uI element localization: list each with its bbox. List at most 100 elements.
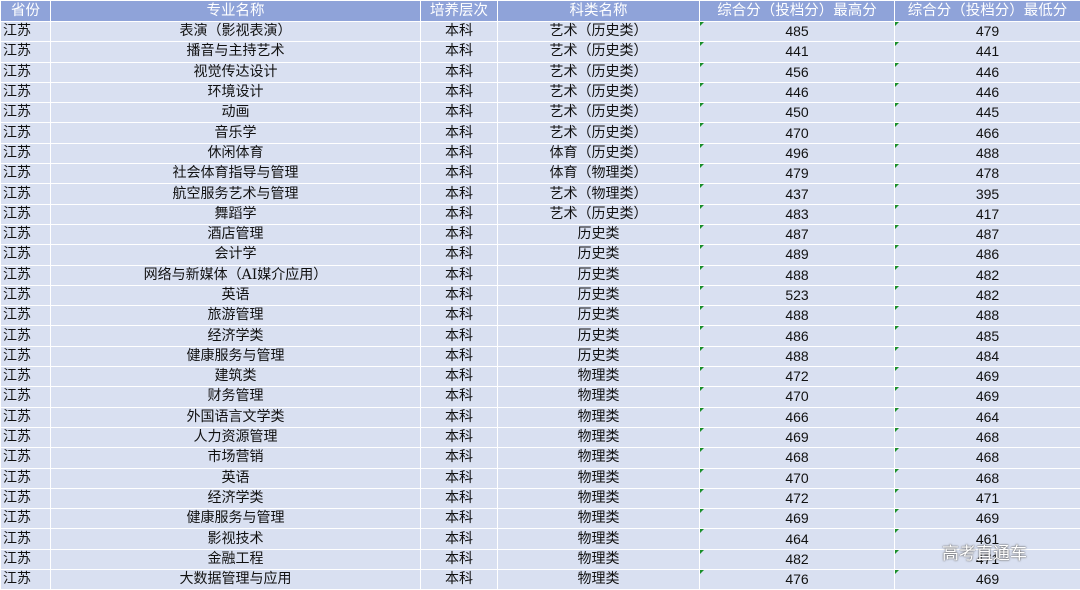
province-cell[interactable]: 江苏 bbox=[0, 61, 51, 83]
min-score-cell[interactable]: 479 bbox=[894, 20, 1080, 43]
max-score-cell[interactable]: 486 bbox=[699, 325, 895, 347]
level-cell[interactable]: 本科 bbox=[420, 223, 498, 246]
major-cell[interactable]: 音乐学 bbox=[50, 122, 421, 144]
max-score-cell[interactable]: 488 bbox=[699, 345, 895, 368]
header-category[interactable]: 科类名称 bbox=[497, 0, 700, 22]
max-score-cell[interactable]: 485 bbox=[699, 20, 895, 43]
min-score-cell[interactable]: 395 bbox=[894, 183, 1080, 205]
max-score-cell[interactable]: 489 bbox=[699, 244, 895, 266]
category-cell[interactable]: 物理类 bbox=[497, 447, 700, 469]
major-cell[interactable]: 旅游管理 bbox=[50, 305, 421, 327]
major-cell[interactable]: 环境设计 bbox=[50, 81, 421, 104]
min-score-cell[interactable]: 466 bbox=[894, 122, 1080, 144]
category-cell[interactable]: 艺术（历史类） bbox=[497, 81, 700, 104]
category-cell[interactable]: 历史类 bbox=[497, 345, 700, 368]
min-score-cell[interactable]: 468 bbox=[894, 447, 1080, 469]
category-cell[interactable]: 历史类 bbox=[497, 305, 700, 327]
category-cell[interactable]: 物理类 bbox=[497, 569, 700, 590]
level-cell[interactable]: 本科 bbox=[420, 203, 498, 225]
category-cell[interactable]: 物理类 bbox=[497, 508, 700, 530]
category-cell[interactable]: 历史类 bbox=[497, 223, 700, 246]
max-score-cell[interactable]: 464 bbox=[699, 528, 895, 550]
min-score-cell[interactable]: 441 bbox=[894, 41, 1080, 63]
category-cell[interactable]: 物理类 bbox=[497, 406, 700, 428]
category-cell[interactable]: 体育（历史类） bbox=[497, 142, 700, 165]
category-cell[interactable]: 艺术（历史类） bbox=[497, 20, 700, 43]
province-cell[interactable]: 江苏 bbox=[0, 345, 51, 368]
province-cell[interactable]: 江苏 bbox=[0, 386, 51, 408]
level-cell[interactable]: 本科 bbox=[420, 142, 498, 165]
category-cell[interactable]: 物理类 bbox=[497, 487, 700, 510]
province-cell[interactable]: 江苏 bbox=[0, 122, 51, 144]
max-score-cell[interactable]: 441 bbox=[699, 41, 895, 63]
province-cell[interactable]: 江苏 bbox=[0, 467, 51, 489]
min-score-cell[interactable]: 417 bbox=[894, 203, 1080, 225]
min-score-cell[interactable]: 488 bbox=[894, 305, 1080, 327]
province-cell[interactable]: 江苏 bbox=[0, 223, 51, 246]
level-cell[interactable]: 本科 bbox=[420, 264, 498, 286]
min-score-cell[interactable]: 468 bbox=[894, 426, 1080, 449]
level-cell[interactable]: 本科 bbox=[420, 569, 498, 590]
level-cell[interactable]: 本科 bbox=[420, 345, 498, 368]
province-cell[interactable]: 江苏 bbox=[0, 142, 51, 165]
level-cell[interactable]: 本科 bbox=[420, 61, 498, 83]
major-cell[interactable]: 健康服务与管理 bbox=[50, 345, 421, 368]
min-score-cell[interactable]: 469 bbox=[894, 366, 1080, 388]
province-cell[interactable]: 江苏 bbox=[0, 366, 51, 388]
category-cell[interactable]: 物理类 bbox=[497, 366, 700, 388]
min-score-cell[interactable]: 469 bbox=[894, 386, 1080, 408]
max-score-cell[interactable]: 470 bbox=[699, 467, 895, 489]
province-cell[interactable]: 江苏 bbox=[0, 244, 51, 266]
level-cell[interactable]: 本科 bbox=[420, 467, 498, 489]
max-score-cell[interactable]: 470 bbox=[699, 386, 895, 408]
major-cell[interactable]: 英语 bbox=[50, 284, 421, 307]
header-max-score[interactable]: 综合分（投档分）最高分 bbox=[699, 0, 895, 22]
level-cell[interactable]: 本科 bbox=[420, 325, 498, 347]
province-cell[interactable]: 江苏 bbox=[0, 81, 51, 104]
province-cell[interactable]: 江苏 bbox=[0, 305, 51, 327]
major-cell[interactable]: 大数据管理与应用 bbox=[50, 569, 421, 590]
major-cell[interactable]: 视觉传达设计 bbox=[50, 61, 421, 83]
major-cell[interactable]: 外国语言文学类 bbox=[50, 406, 421, 428]
level-cell[interactable]: 本科 bbox=[420, 548, 498, 571]
major-cell[interactable]: 建筑类 bbox=[50, 366, 421, 388]
max-score-cell[interactable]: 437 bbox=[699, 183, 895, 205]
category-cell[interactable]: 物理类 bbox=[497, 467, 700, 489]
max-score-cell[interactable]: 488 bbox=[699, 305, 895, 327]
major-cell[interactable]: 会计学 bbox=[50, 244, 421, 266]
province-cell[interactable]: 江苏 bbox=[0, 406, 51, 428]
min-score-cell[interactable]: 446 bbox=[894, 81, 1080, 104]
major-cell[interactable]: 金融工程 bbox=[50, 548, 421, 571]
level-cell[interactable]: 本科 bbox=[420, 508, 498, 530]
min-score-cell[interactable]: 445 bbox=[894, 102, 1080, 124]
major-cell[interactable]: 航空服务艺术与管理 bbox=[50, 183, 421, 205]
province-cell[interactable]: 江苏 bbox=[0, 203, 51, 225]
province-cell[interactable]: 江苏 bbox=[0, 102, 51, 124]
min-score-cell[interactable]: 446 bbox=[894, 61, 1080, 83]
major-cell[interactable]: 社会体育指导与管理 bbox=[50, 163, 421, 185]
max-score-cell[interactable]: 466 bbox=[699, 406, 895, 428]
max-score-cell[interactable]: 456 bbox=[699, 61, 895, 83]
province-cell[interactable]: 江苏 bbox=[0, 548, 51, 571]
major-cell[interactable]: 表演（影视表演） bbox=[50, 20, 421, 43]
level-cell[interactable]: 本科 bbox=[420, 41, 498, 63]
level-cell[interactable]: 本科 bbox=[420, 102, 498, 124]
header-level[interactable]: 培养层次 bbox=[420, 0, 498, 22]
min-score-cell[interactable]: 482 bbox=[894, 264, 1080, 286]
min-score-cell[interactable]: 469 bbox=[894, 569, 1080, 590]
max-score-cell[interactable]: 469 bbox=[699, 426, 895, 449]
category-cell[interactable]: 历史类 bbox=[497, 264, 700, 286]
province-cell[interactable]: 江苏 bbox=[0, 487, 51, 510]
level-cell[interactable]: 本科 bbox=[420, 366, 498, 388]
min-score-cell[interactable]: 471 bbox=[894, 487, 1080, 510]
level-cell[interactable]: 本科 bbox=[420, 447, 498, 469]
province-cell[interactable]: 江苏 bbox=[0, 20, 51, 43]
max-score-cell[interactable]: 472 bbox=[699, 487, 895, 510]
province-cell[interactable]: 江苏 bbox=[0, 569, 51, 590]
category-cell[interactable]: 物理类 bbox=[497, 548, 700, 571]
header-min-score[interactable]: 综合分（投档分）最低分 bbox=[894, 0, 1080, 22]
max-score-cell[interactable]: 446 bbox=[699, 81, 895, 104]
max-score-cell[interactable]: 468 bbox=[699, 447, 895, 469]
province-cell[interactable]: 江苏 bbox=[0, 183, 51, 205]
max-score-cell[interactable]: 450 bbox=[699, 102, 895, 124]
